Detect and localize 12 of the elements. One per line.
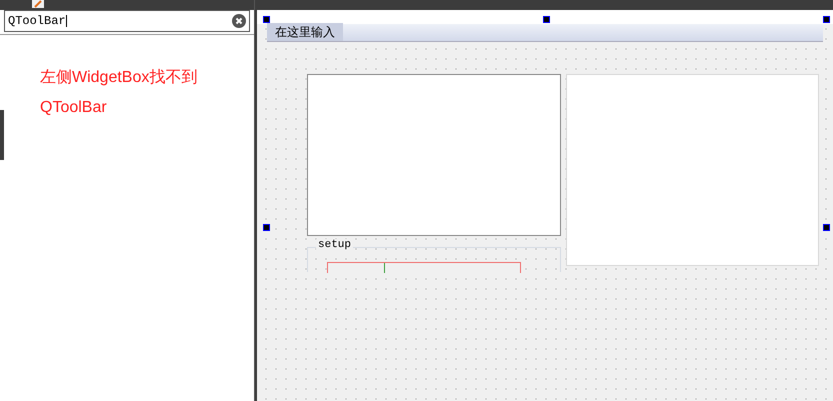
text-edit[interactable] — [307, 74, 561, 236]
group-title: setup — [316, 239, 354, 252]
menu-item[interactable]: 在这里输入 — [267, 23, 343, 41]
selection-handle[interactable] — [543, 16, 550, 23]
clear-icon[interactable] — [232, 14, 246, 28]
annotation-text: 左侧WidgetBox找不到QToolBar — [40, 68, 198, 118]
selection-handle[interactable] — [263, 16, 270, 23]
selection-handle[interactable] — [263, 224, 270, 231]
selection-handle[interactable] — [823, 224, 830, 231]
selection-handle[interactable] — [823, 16, 830, 23]
file-icon — [32, 0, 44, 8]
search-field[interactable]: QToolBar — [4, 10, 250, 32]
